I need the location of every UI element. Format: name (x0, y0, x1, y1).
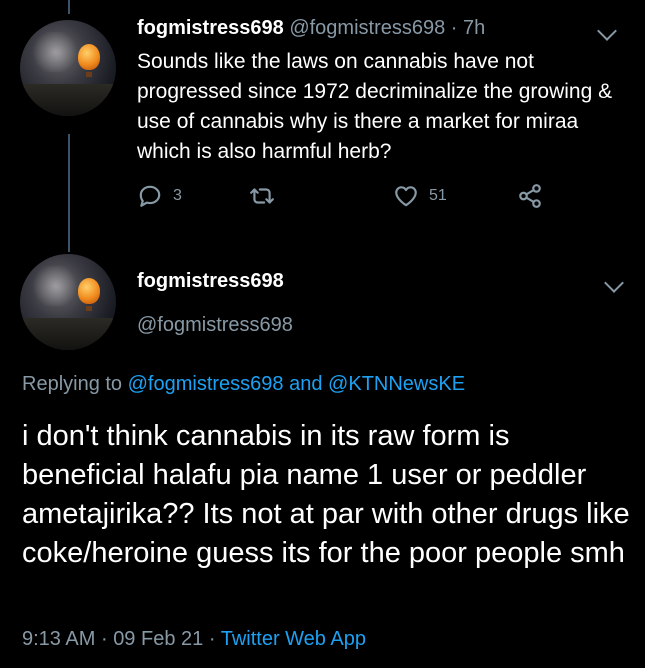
share-icon (519, 184, 541, 208)
replying-prefix: Replying to (22, 373, 123, 395)
retweet-icon (250, 188, 274, 204)
tweet-text: Sounds like the laws on cannabis have no… (137, 50, 613, 163)
display-name[interactable]: fogmistress698 (137, 17, 284, 39)
tweet-header: fogmistress698 @fogmistress698 · 7h (137, 17, 485, 40)
balloon-graphic (78, 278, 100, 304)
reply-icon (139, 185, 161, 207)
balloon-basket (86, 72, 92, 77)
separator: · (450, 17, 458, 39)
mention-link[interactable]: @KTNNewsKE (328, 373, 465, 395)
chevron-down-icon[interactable] (597, 21, 617, 41)
like-button[interactable]: 51 (393, 183, 447, 209)
avatar[interactable] (20, 20, 116, 116)
replying-and[interactable]: and (289, 373, 322, 395)
thread-line (68, 0, 70, 14)
tweet-date[interactable]: 09 Feb 21 (113, 628, 203, 650)
tweet-text: i don't think cannabis in its raw form i… (22, 420, 630, 569)
tweet-meta: 9:13 AM · 09 Feb 21 · Twitter Web App (22, 628, 366, 651)
avatar[interactable] (20, 254, 116, 350)
balloon-basket (86, 306, 92, 311)
retweet-button[interactable] (249, 183, 275, 209)
mention-link[interactable]: @fogmistress698 (128, 373, 284, 395)
separator: · (100, 628, 108, 650)
source-link[interactable]: Twitter Web App (221, 628, 366, 650)
separator: · (208, 628, 216, 650)
timestamp[interactable]: 7h (463, 17, 485, 39)
avatar-ground (20, 318, 116, 350)
tweet-actions: 3 51 (137, 183, 577, 213)
balloon-graphic (78, 44, 100, 70)
avatar-ground (20, 84, 116, 116)
display-name[interactable]: fogmistress698 (137, 270, 284, 293)
share-button[interactable] (517, 183, 543, 209)
like-count: 51 (429, 187, 447, 204)
thread-line (68, 134, 70, 252)
like-icon (395, 186, 417, 207)
replying-to: Replying to @fogmistress698 and @KTNNews… (22, 373, 465, 396)
chevron-down-icon[interactable] (604, 273, 624, 293)
reply-button[interactable]: 3 (137, 183, 182, 209)
reply-count: 3 (173, 187, 182, 204)
handle[interactable]: @fogmistress698 (137, 314, 293, 337)
handle[interactable]: @fogmistress698 (289, 17, 445, 39)
tweet-time[interactable]: 9:13 AM (22, 628, 95, 650)
avatar-sky (30, 32, 80, 72)
avatar-sky (30, 266, 80, 306)
